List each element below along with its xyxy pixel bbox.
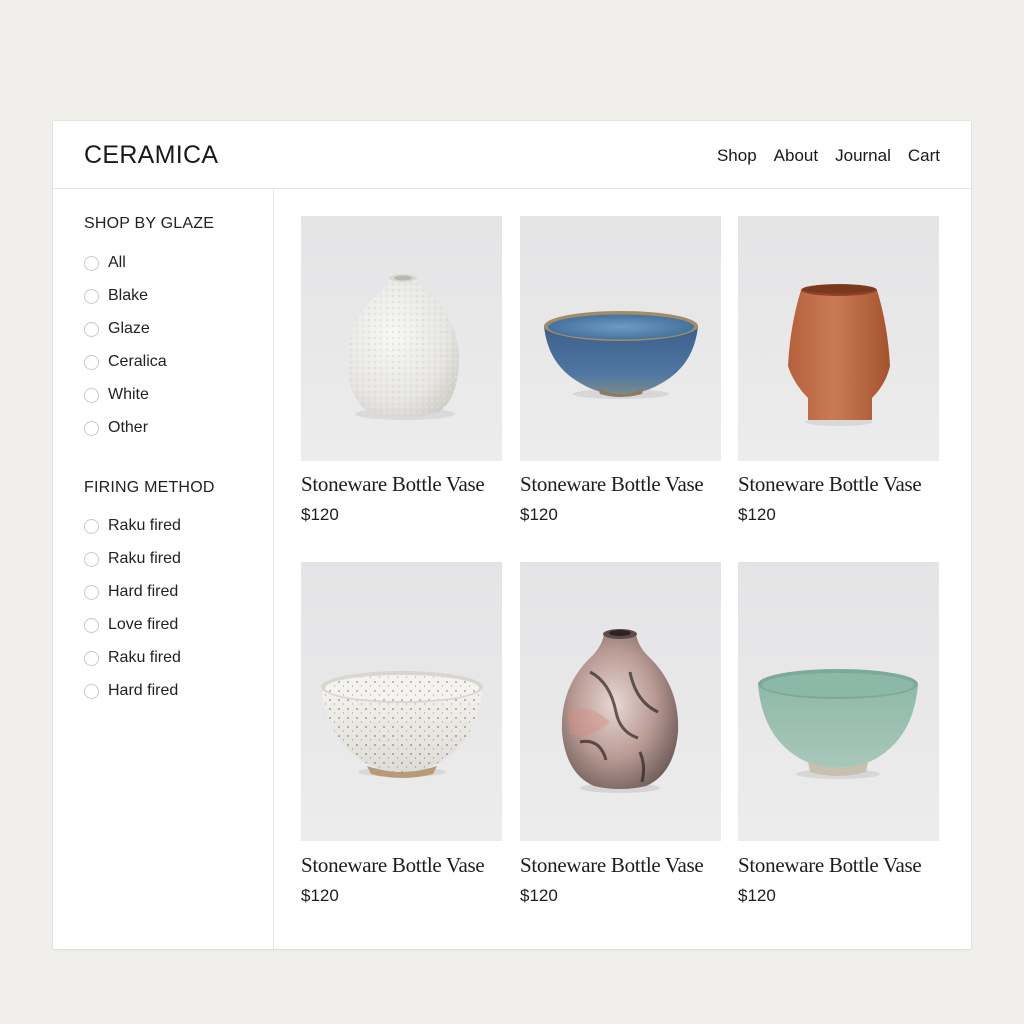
terracotta-cup-illustration [738, 216, 939, 461]
product-title[interactable]: Stoneware Bottle Vase [520, 472, 704, 497]
product-image-blue-bowl[interactable] [520, 216, 721, 461]
firing-option-4[interactable]: Love fired [84, 615, 178, 635]
product-image-celadon-bowl[interactable] [738, 562, 939, 841]
product-price: $120 [301, 886, 339, 905]
celadon-bowl-illustration [738, 562, 939, 841]
radio-button[interactable] [84, 321, 99, 337]
product-card[interactable]: Stoneware Bottle Vase $120 [520, 562, 721, 907]
raku-vase-illustration [520, 562, 721, 841]
store-window: CERAMICA Shop About Journal Cart SHOP BY… [53, 121, 971, 949]
glaze-option-ceralica[interactable]: Ceralica [84, 352, 167, 372]
radio-button[interactable] [84, 683, 99, 699]
product-card[interactable]: Stoneware Bottle Vase $120 [738, 562, 939, 907]
radio-button[interactable] [84, 617, 99, 633]
glaze-option-blake[interactable]: Blake [84, 286, 148, 306]
radio-button[interactable] [84, 354, 99, 370]
product-card[interactable]: Stoneware Bottle Vase $120 [520, 216, 721, 536]
glaze-option-white[interactable]: White [84, 385, 149, 405]
firing-filter-title: FIRING METHOD [84, 479, 215, 496]
radio-button[interactable] [84, 551, 99, 567]
glaze-option-all[interactable]: All [84, 253, 126, 273]
product-price: $120 [520, 505, 558, 524]
option-label: Love fired [108, 616, 179, 633]
glaze-filter-title: SHOP BY GLAZE [84, 215, 215, 232]
product-image-white-vase[interactable] [301, 216, 502, 461]
product-card[interactable]: Stoneware Bottle Vase $120 [301, 216, 502, 536]
product-title[interactable]: Stoneware Bottle Vase [738, 472, 922, 497]
nav-shop[interactable]: Shop [717, 146, 757, 166]
glaze-option-other[interactable]: Other [84, 418, 148, 438]
blue-bowl-illustration [520, 216, 721, 461]
brand-logo[interactable]: CERAMICA [84, 141, 218, 170]
option-label: White [108, 386, 149, 403]
nav-about[interactable]: About [774, 146, 818, 166]
radio-button[interactable] [84, 288, 99, 304]
radio-button[interactable] [84, 420, 99, 436]
option-label: Blake [108, 287, 149, 304]
product-title[interactable]: Stoneware Bottle Vase [301, 853, 485, 878]
option-label: Other [108, 419, 149, 436]
main-nav: Shop About Journal Cart [717, 146, 940, 166]
site-header: CERAMICA Shop About Journal Cart [53, 121, 971, 189]
radio-button[interactable] [84, 584, 99, 600]
option-label: Raku fired [108, 649, 181, 666]
glaze-option-glaze[interactable]: Glaze [84, 319, 150, 339]
product-price: $120 [301, 505, 339, 524]
radio-button[interactable] [84, 650, 99, 666]
option-label: Glaze [108, 320, 150, 337]
option-label: Ceralica [108, 353, 167, 370]
option-label: All [108, 254, 126, 271]
product-title[interactable]: Stoneware Bottle Vase [738, 853, 922, 878]
product-image-raku-vase[interactable] [520, 562, 721, 841]
firing-option-6[interactable]: Hard fired [84, 681, 178, 701]
option-label: Raku fired [108, 550, 181, 567]
product-card[interactable]: Stoneware Bottle Vase $120 [738, 216, 939, 536]
product-price: $120 [738, 886, 776, 905]
option-label: Hard fired [108, 583, 179, 600]
radio-button[interactable] [84, 518, 99, 534]
product-title[interactable]: Stoneware Bottle Vase [520, 853, 704, 878]
firing-option-5[interactable]: Raku fired [84, 648, 181, 668]
nav-cart[interactable]: Cart [908, 146, 940, 166]
product-price: $120 [738, 505, 776, 524]
option-label: Hard fired [108, 682, 179, 699]
product-card[interactable]: Stoneware Bottle Vase $120 [301, 562, 502, 907]
product-image-terracotta-cup[interactable] [738, 216, 939, 461]
firing-option-3[interactable]: Hard fired [84, 582, 178, 602]
nav-journal[interactable]: Journal [835, 146, 891, 166]
firing-option-2[interactable]: Raku fired [84, 549, 181, 569]
radio-button[interactable] [84, 255, 99, 271]
filter-sidebar: SHOP BY GLAZE All Blake Glaze Ceralica W… [53, 189, 274, 949]
product-price: $120 [520, 886, 558, 905]
speckled-bowl-illustration [301, 562, 502, 841]
radio-button[interactable] [84, 387, 99, 403]
option-label: Raku fired [108, 517, 181, 534]
product-image-speckled-bowl[interactable] [301, 562, 502, 841]
firing-option-1[interactable]: Raku fired [84, 516, 181, 536]
product-title[interactable]: Stoneware Bottle Vase [301, 472, 485, 497]
white-vase-illustration [301, 216, 502, 461]
